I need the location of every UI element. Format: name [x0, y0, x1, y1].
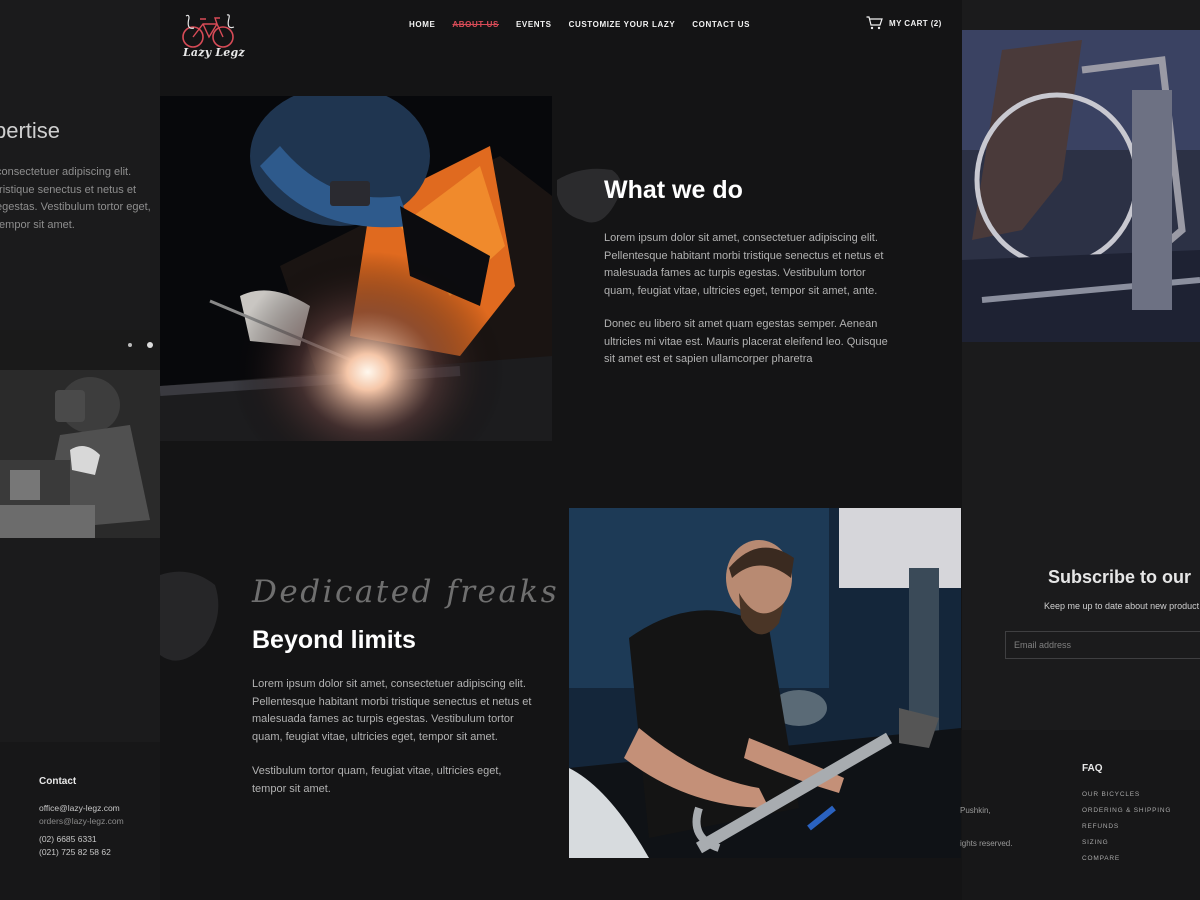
phone-1: (02) 6685 6331 — [39, 834, 97, 844]
beyond-limits-paragraph-2: Vestibulum tortor quam, feugiat vitae, u… — [252, 765, 502, 795]
workshop-craftsman-photo — [569, 508, 961, 858]
contact-heading: Contact — [39, 776, 77, 787]
welding-photo — [160, 96, 552, 441]
nav-events[interactable]: EVENTS — [516, 20, 552, 29]
orders-email-link[interactable]: orders@lazy-legz.com — [39, 816, 124, 826]
faq-link-refunds[interactable]: REFUNDS — [1082, 823, 1119, 830]
rights-fragment: ights reserved. — [960, 839, 1013, 848]
faq-link-sizing[interactable]: SIZING — [1082, 839, 1108, 846]
subscribe-description: Keep me up to date about new product — [1044, 601, 1200, 611]
main-nav: HOME ABOUT US EVENTS CUSTOMIZE YOUR LAZY… — [409, 20, 750, 29]
footer-right — [962, 730, 1200, 900]
beyond-limits-title: Beyond limits — [252, 626, 416, 654]
faq-link-ordering-shipping[interactable]: ORDERING & SHIPPING — [1082, 807, 1171, 814]
what-we-do-paragraph-1: Lorem ipsum dolor sit amet, consectetuer… — [604, 232, 884, 297]
nav-home[interactable]: HOME — [409, 20, 435, 29]
cart-button[interactable]: MY CART (2) — [866, 16, 942, 30]
bike-frame-photo — [962, 30, 1200, 342]
what-we-do-paragraph-2: Donec eu libero sit amet quam egestas se… — [604, 318, 888, 366]
ink-splash-decoration-left — [160, 571, 219, 661]
subscribe-title: Subscribe to our — [1048, 567, 1192, 587]
nav-contact-us[interactable]: CONTACT US — [692, 20, 750, 29]
nav-customize[interactable]: CUSTOMIZE YOUR LAZY — [569, 20, 676, 29]
phone-2: (021) 725 82 58 62 — [39, 847, 111, 857]
left-panel-heading: pertise — [0, 118, 61, 143]
faq-link-our-bicycles[interactable]: OUR BICYCLES — [1082, 791, 1140, 798]
nav-about-us[interactable]: ABOUT US — [452, 20, 499, 29]
cart-label: MY CART (2) — [889, 18, 942, 28]
what-we-do-title: What we do — [604, 176, 743, 204]
address-fragment: Pushkin, — [960, 806, 991, 815]
left-panel-text: consectetuer adipiscing elit. tristique … — [0, 166, 151, 231]
beyond-limits-paragraph-1: Lorem ipsum dolor sit amet, consectetuer… — [252, 678, 532, 743]
faq-link-compare[interactable]: COMPARE — [1082, 855, 1120, 862]
welder-grayscale-photo — [0, 330, 160, 538]
logo-text: Lazy Legz — [183, 46, 245, 59]
office-email-link[interactable]: office@lazy-legz.com — [39, 803, 120, 813]
email-input[interactable] — [1005, 631, 1200, 659]
faq-heading: FAQ — [1082, 763, 1103, 774]
dedicated-freaks-script: Dedicated freaks — [252, 574, 560, 610]
cart-icon — [866, 16, 883, 30]
